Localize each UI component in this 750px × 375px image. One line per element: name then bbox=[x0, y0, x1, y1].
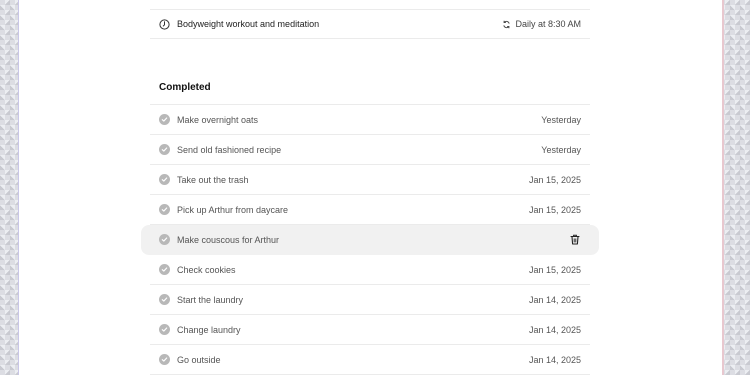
completed-task-row[interactable]: Check cookies Jan 15, 2025 bbox=[150, 255, 590, 285]
check-circle-icon[interactable] bbox=[159, 264, 170, 275]
task-label: Take out the trash bbox=[177, 174, 249, 185]
completed-task-row-hovered[interactable]: Make couscous for Arthur bbox=[141, 225, 599, 255]
upcoming-task-schedule: Daily at 8:30 AM bbox=[502, 19, 581, 29]
check-circle-icon[interactable] bbox=[159, 234, 170, 245]
task-label: Make overnight oats bbox=[177, 114, 259, 125]
completed-task-row[interactable]: Make overnight oats Yesterday bbox=[150, 105, 590, 135]
task-label: Go outside bbox=[177, 354, 221, 365]
task-date: Yesterday bbox=[541, 144, 581, 155]
task-date: Jan 14, 2025 bbox=[528, 294, 581, 305]
completed-task-row[interactable]: Take out the trash Jan 15, 2025 bbox=[150, 165, 590, 195]
task-date: Jan 14, 2025 bbox=[528, 324, 581, 335]
completed-task-row[interactable]: Send old fashioned recipe Yesterday bbox=[150, 135, 590, 165]
completed-list: Make overnight oats Yesterday Send old f… bbox=[141, 104, 599, 375]
task-date: Jan 15, 2025 bbox=[528, 174, 581, 185]
completed-task-row[interactable]: Pick up Arthur from daycare Jan 15, 2025 bbox=[150, 195, 590, 225]
check-circle-icon[interactable] bbox=[159, 144, 170, 155]
task-date: Jan 14, 2025 bbox=[528, 354, 581, 365]
upcoming-task-label: Bodyweight workout and meditation bbox=[177, 19, 320, 29]
completed-task-row[interactable]: Go outside Jan 14, 2025 bbox=[150, 345, 590, 375]
check-circle-icon[interactable] bbox=[159, 294, 170, 305]
upcoming-task-schedule-text: Daily at 8:30 AM bbox=[515, 19, 581, 29]
task-label: Change laundry bbox=[177, 324, 241, 335]
task-label: Pick up Arthur from daycare bbox=[177, 204, 289, 215]
check-circle-icon[interactable] bbox=[159, 114, 170, 125]
task-label: Send old fashioned recipe bbox=[177, 144, 282, 155]
trash-icon[interactable] bbox=[569, 234, 581, 246]
clock-icon bbox=[159, 18, 170, 30]
completed-heading: Completed bbox=[159, 82, 211, 93]
task-actions bbox=[569, 234, 581, 246]
completed-task-row[interactable]: Start the laundry Jan 14, 2025 bbox=[150, 285, 590, 315]
app-window: Bodyweight workout and meditation Daily … bbox=[18, 0, 724, 375]
upcoming-task-row[interactable]: Bodyweight workout and meditation Daily … bbox=[150, 9, 590, 39]
task-date: Jan 15, 2025 bbox=[528, 264, 581, 275]
check-circle-icon[interactable] bbox=[159, 324, 170, 335]
task-label: Make couscous for Arthur bbox=[177, 234, 280, 245]
task-date: Yesterday bbox=[541, 114, 581, 125]
repeat-icon bbox=[503, 20, 511, 28]
task-label: Start the laundry bbox=[177, 294, 244, 305]
check-circle-icon[interactable] bbox=[159, 204, 170, 215]
check-circle-icon[interactable] bbox=[159, 174, 170, 185]
completed-task-row[interactable]: Change laundry Jan 14, 2025 bbox=[150, 315, 590, 345]
task-date: Jan 15, 2025 bbox=[528, 204, 581, 215]
task-label: Check cookies bbox=[177, 264, 236, 275]
check-circle-icon[interactable] bbox=[159, 354, 170, 365]
